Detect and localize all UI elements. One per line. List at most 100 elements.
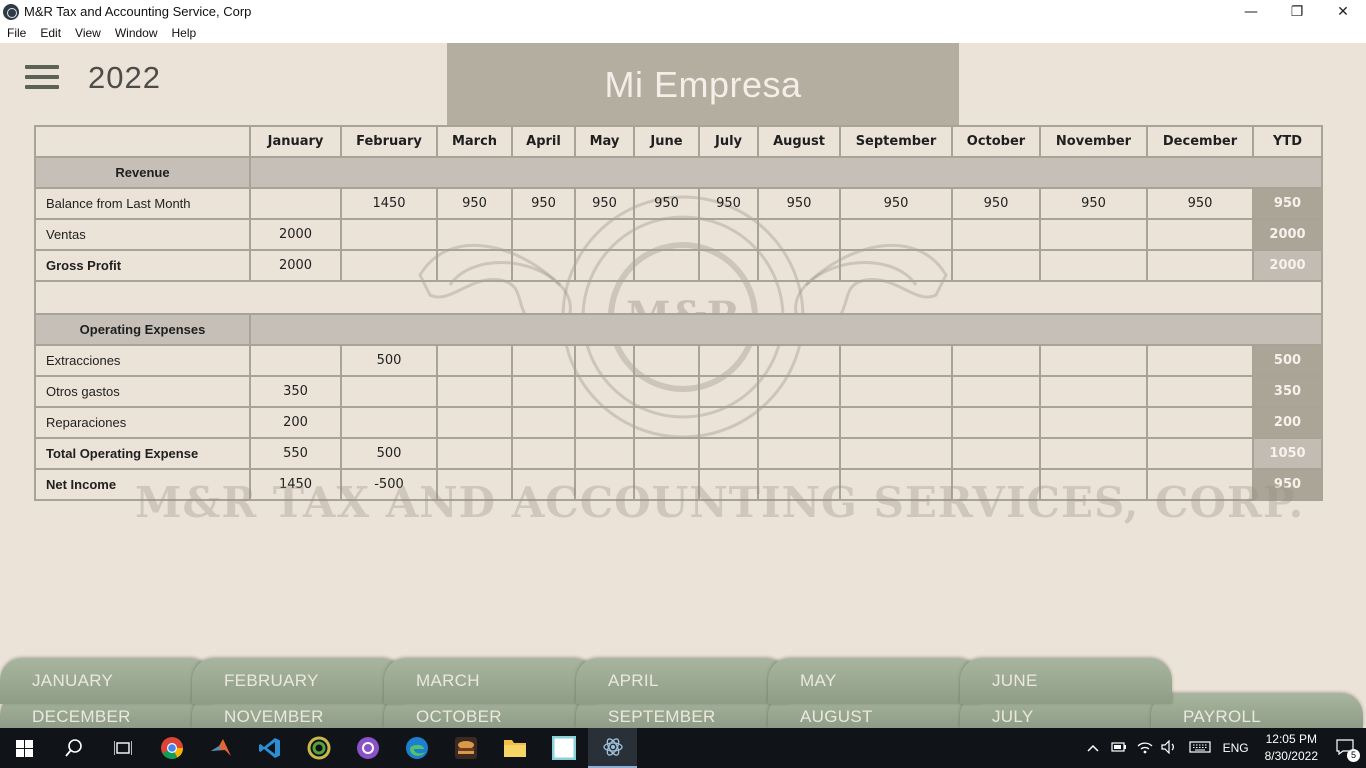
table-cell[interactable] bbox=[574, 406, 635, 439]
table-cell[interactable] bbox=[698, 218, 759, 251]
table-cell[interactable] bbox=[698, 249, 759, 282]
table-cell[interactable] bbox=[951, 375, 1041, 408]
language-indicator[interactable]: ENG bbox=[1223, 741, 1249, 755]
table-cell[interactable]: 950 bbox=[574, 187, 635, 220]
table-cell[interactable] bbox=[1146, 406, 1254, 439]
battery-icon[interactable] bbox=[1110, 741, 1127, 756]
menu-window[interactable]: Window bbox=[115, 26, 158, 40]
table-cell[interactable] bbox=[511, 249, 576, 282]
tab-february[interactable]: FEBRUARY bbox=[192, 658, 404, 704]
table-cell[interactable] bbox=[511, 375, 576, 408]
table-cell[interactable] bbox=[951, 437, 1041, 470]
chrome-icon[interactable] bbox=[147, 728, 196, 768]
menu-file[interactable]: File bbox=[7, 26, 26, 40]
edge-icon[interactable] bbox=[392, 728, 441, 768]
table-cell[interactable] bbox=[633, 218, 700, 251]
table-cell[interactable] bbox=[757, 344, 841, 377]
table-cell[interactable] bbox=[1039, 468, 1148, 501]
table-cell[interactable] bbox=[757, 375, 841, 408]
notepad-icon[interactable] bbox=[539, 728, 588, 768]
close-button[interactable]: ✕ bbox=[1320, 0, 1366, 23]
wifi-icon[interactable] bbox=[1137, 740, 1153, 757]
table-cell[interactable] bbox=[574, 375, 635, 408]
table-cell[interactable] bbox=[574, 249, 635, 282]
table-cell[interactable] bbox=[511, 218, 576, 251]
table-cell[interactable]: 950 bbox=[436, 187, 513, 220]
table-cell[interactable] bbox=[633, 375, 700, 408]
table-cell[interactable] bbox=[633, 344, 700, 377]
table-cell[interactable] bbox=[436, 344, 513, 377]
tab-payroll[interactable]: PAYROLL bbox=[1151, 693, 1363, 728]
table-cell[interactable] bbox=[1039, 406, 1148, 439]
table-cell[interactable] bbox=[757, 437, 841, 470]
table-cell[interactable]: 1450 bbox=[340, 187, 438, 220]
electron-app-icon[interactable] bbox=[588, 728, 637, 768]
table-cell[interactable] bbox=[1146, 249, 1254, 282]
table-cell[interactable] bbox=[698, 468, 759, 501]
table-cell[interactable] bbox=[839, 375, 953, 408]
restore-button[interactable]: ❐ bbox=[1274, 0, 1320, 23]
table-cell[interactable] bbox=[1039, 375, 1148, 408]
file-explorer-icon[interactable] bbox=[490, 728, 539, 768]
table-cell[interactable] bbox=[633, 437, 700, 470]
table-cell[interactable] bbox=[757, 249, 841, 282]
tab-may[interactable]: MAY bbox=[768, 658, 980, 704]
windows-start-icon[interactable] bbox=[0, 728, 49, 768]
table-cell[interactable] bbox=[1039, 437, 1148, 470]
table-cell[interactable] bbox=[757, 218, 841, 251]
table-cell[interactable]: 950 bbox=[511, 187, 576, 220]
volume-icon[interactable] bbox=[1160, 739, 1177, 757]
hamburger-menu-icon[interactable] bbox=[25, 65, 59, 89]
table-cell[interactable] bbox=[951, 344, 1041, 377]
table-cell[interactable] bbox=[951, 249, 1041, 282]
table-cell[interactable] bbox=[574, 437, 635, 470]
table-cell[interactable] bbox=[633, 249, 700, 282]
table-cell[interactable] bbox=[511, 468, 576, 501]
table-cell[interactable] bbox=[951, 218, 1041, 251]
table-cell[interactable] bbox=[436, 375, 513, 408]
table-cell[interactable]: 550 bbox=[249, 437, 342, 470]
table-cell[interactable] bbox=[839, 218, 953, 251]
chevron-up-icon[interactable] bbox=[1087, 741, 1099, 755]
table-cell[interactable] bbox=[1039, 344, 1148, 377]
github-desktop-icon[interactable] bbox=[343, 728, 392, 768]
tab-april[interactable]: APRIL bbox=[576, 658, 788, 704]
burger-app-icon[interactable] bbox=[441, 728, 490, 768]
table-cell[interactable] bbox=[757, 468, 841, 501]
table-cell[interactable]: 950 bbox=[698, 187, 759, 220]
table-cell[interactable] bbox=[1146, 437, 1254, 470]
table-cell[interactable]: 950 bbox=[839, 187, 953, 220]
menu-view[interactable]: View bbox=[75, 26, 101, 40]
table-cell[interactable]: 2000 bbox=[249, 218, 342, 251]
table-cell[interactable] bbox=[511, 344, 576, 377]
table-cell[interactable] bbox=[839, 344, 953, 377]
table-cell[interactable]: 950 bbox=[1039, 187, 1148, 220]
task-view-icon[interactable] bbox=[98, 728, 147, 768]
table-cell[interactable] bbox=[839, 406, 953, 439]
table-cell[interactable] bbox=[633, 468, 700, 501]
table-cell[interactable] bbox=[340, 375, 438, 408]
table-cell[interactable] bbox=[436, 437, 513, 470]
notification-icon[interactable]: 5 bbox=[1336, 738, 1360, 762]
table-cell[interactable] bbox=[574, 344, 635, 377]
table-cell[interactable] bbox=[839, 468, 953, 501]
matlab-icon[interactable] bbox=[196, 728, 245, 768]
menu-help[interactable]: Help bbox=[172, 26, 197, 40]
table-cell[interactable]: 950 bbox=[757, 187, 841, 220]
table-cell[interactable] bbox=[436, 249, 513, 282]
tab-june[interactable]: JUNE bbox=[960, 658, 1172, 704]
table-cell[interactable] bbox=[1146, 218, 1254, 251]
table-cell[interactable] bbox=[698, 375, 759, 408]
table-cell[interactable] bbox=[436, 218, 513, 251]
table-cell[interactable] bbox=[698, 437, 759, 470]
table-cell[interactable] bbox=[574, 218, 635, 251]
table-cell[interactable] bbox=[340, 406, 438, 439]
table-cell[interactable] bbox=[839, 437, 953, 470]
table-cell[interactable] bbox=[511, 406, 576, 439]
table-cell[interactable] bbox=[1146, 375, 1254, 408]
table-cell[interactable]: -500 bbox=[340, 468, 438, 501]
tab-march[interactable]: MARCH bbox=[384, 658, 596, 704]
table-cell[interactable] bbox=[436, 406, 513, 439]
minimize-button[interactable]: — bbox=[1228, 0, 1274, 23]
clock[interactable]: 12:05 PM 8/30/2022 bbox=[1265, 731, 1318, 765]
